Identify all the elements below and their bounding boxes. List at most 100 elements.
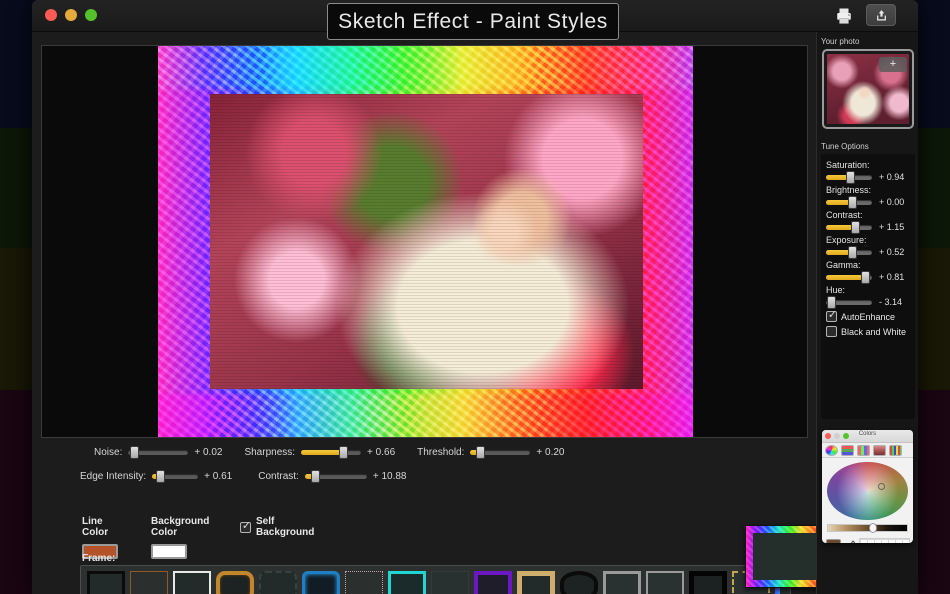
frame-dark-plain[interactable] [431,571,469,594]
brightness-slider-knob[interactable] [869,523,878,533]
share-icon [876,10,886,21]
frame-picker-panel [80,565,791,594]
share-button[interactable] [866,4,896,26]
frame-black-simple[interactable] [87,571,125,594]
image-canvas[interactable] [41,45,808,438]
minimize-button[interactable] [65,9,77,21]
tune-slider[interactable]: + 1.15 [826,220,910,234]
checkbox-icon [826,326,837,337]
tune-slider-track[interactable] [826,245,872,259]
slider-track[interactable] [301,446,362,459]
color-wheel-icon[interactable] [825,444,838,456]
tune-slider-value: + 0.52 [879,247,905,257]
frame-purple[interactable] [474,571,512,594]
close-button[interactable] [45,9,57,21]
image-palette-icon[interactable] [873,444,886,456]
slider-thumb[interactable] [156,470,166,483]
page-title: Sketch Effect - Paint Styles [338,9,608,33]
tune-slider-thumb[interactable] [850,220,860,234]
tune-slider-track[interactable] [826,220,872,234]
right-sidebar: Your photo + Tune Options Saturation: + 0… [816,32,918,594]
slider-noise[interactable]: Noise: + 0.02 [94,446,223,459]
slider-track[interactable] [128,446,189,459]
eyedropper-icon[interactable] [844,539,856,543]
slider-threshold[interactable]: Threshold: + 0.20 [417,446,565,459]
artwork-photo [210,94,643,389]
slider-thumb[interactable] [311,470,321,483]
slider-sharpness[interactable]: Sharpness: + 0.66 [244,446,395,459]
frame-white-thick[interactable] [173,571,211,594]
tune-slider-thumb[interactable] [848,245,858,259]
frame-cyan-neon[interactable] [388,571,426,594]
print-button[interactable] [832,4,856,28]
tune-slider-thumb[interactable] [846,170,856,184]
color-wheel-cursor[interactable] [878,483,885,490]
frame-pink-dotted[interactable] [345,571,383,594]
slider-thumb[interactable] [476,446,486,459]
checkbox-label: Black and White [841,326,907,337]
brightness-slider[interactable] [827,523,908,533]
self-background-checkbox[interactable]: Self Background [240,516,314,538]
frame-grey-double[interactable] [603,571,641,594]
slider-track[interactable] [470,446,531,459]
checkbox-autoenhance[interactable]: AutoEnhance [826,309,910,322]
frame-dark-rounded[interactable] [259,571,297,594]
tune-option-label: Contrast: [826,210,863,220]
zoom-button[interactable] [85,9,97,21]
background-color-label: Background Color [151,516,210,538]
colors-picker-window[interactable]: Colors [822,430,913,543]
frame-blue-glow[interactable] [302,571,340,594]
slider-thumb[interactable] [339,446,349,459]
slider-edge-intensity[interactable]: Edge Intensity: + 0.61 [80,470,233,483]
color-wheel[interactable] [827,462,908,520]
colors-picker-footer [822,536,913,543]
slider-value: + 0.02 [194,447,223,458]
tune-slider[interactable]: + 0.81 [826,270,910,284]
tune-slider-thumb[interactable] [860,270,870,284]
frame-black-bold[interactable] [689,571,727,594]
tune-slider[interactable]: + 0.52 [826,245,910,259]
tune-options-label: Tune Options [821,142,869,151]
crayon-icon[interactable] [889,444,902,456]
tune-option-brightness: Brightness: + 0.00 [826,185,910,209]
tune-slider-track[interactable] [826,295,872,309]
frame-gold-rough[interactable] [216,571,254,594]
colors-picker-title: Colors [858,431,877,437]
tune-option-hue: Hue: - 3.14 [826,285,910,309]
slider-contrast[interactable]: Contrast: + 10.88 [258,470,406,483]
background-color-swatch[interactable] [151,544,187,559]
frame-thumbnail-strip[interactable] [83,568,788,594]
color-wheel-container[interactable] [822,458,913,520]
slider-track[interactable] [152,470,199,483]
tune-slider-fill [826,199,850,205]
current-color-swatch[interactable] [826,538,841,543]
tune-slider-track[interactable] [826,270,872,284]
slider-value: + 0.20 [536,447,565,458]
tune-slider[interactable]: - 3.14 [826,295,910,309]
tune-slider[interactable]: + 0.94 [826,170,910,184]
frame-brown-thin[interactable] [130,571,168,594]
color-swatch-grid[interactable] [859,538,910,543]
tune-slider-track[interactable] [826,195,872,209]
frame-grey-thin[interactable] [646,571,684,594]
color-sliders-icon[interactable] [841,444,854,456]
slider-track[interactable] [304,470,367,483]
color-palette-icon[interactable] [857,444,870,456]
source-photo-thumbnail[interactable]: + [822,49,914,129]
source-photo-image: + [827,54,909,124]
tune-slider-thumb[interactable] [848,195,858,209]
tune-slider[interactable]: + 0.00 [826,195,910,209]
checkbox-black-and-white[interactable]: Black and White [826,326,910,337]
tune-slider-value: + 0.00 [879,197,905,207]
tune-slider-track[interactable] [826,170,872,184]
checkbox-icon [826,309,838,322]
tune-option-exposure: Exposure: + 0.52 [826,235,910,259]
tune-slider-thumb[interactable] [826,295,836,309]
background-color-group: Background Color [151,516,209,559]
line-color-label: Line Color [82,516,109,538]
add-photo-button[interactable]: + [879,57,907,72]
frame-gold-ornate[interactable] [517,571,555,594]
slider-thumb[interactable] [129,446,139,459]
slider-value: + 0.61 [204,471,233,482]
frame-black-oval[interactable] [560,571,598,594]
